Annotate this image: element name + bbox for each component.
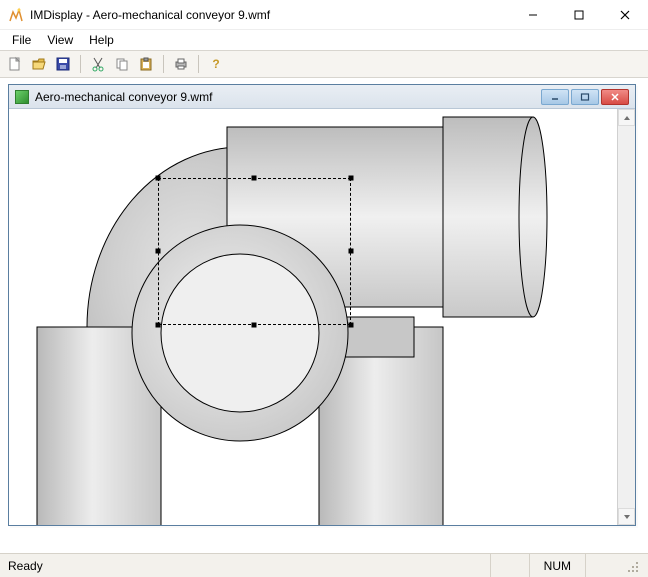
- mdi-client-area: Aero-mechanical conveyor 9.wmf: [0, 78, 648, 553]
- menu-bar: File View Help: [0, 30, 648, 50]
- selection-handle-ne[interactable]: [349, 176, 354, 181]
- open-file-button[interactable]: [28, 53, 50, 75]
- status-ready: Ready: [8, 559, 490, 573]
- scroll-up-button[interactable]: [618, 109, 635, 126]
- paste-button[interactable]: [135, 53, 157, 75]
- selection-handle-se[interactable]: [349, 323, 354, 328]
- document-title: Aero-mechanical conveyor 9.wmf: [35, 90, 541, 104]
- selection-handle-w[interactable]: [156, 249, 161, 254]
- selection-handle-sw[interactable]: [156, 323, 161, 328]
- help-button[interactable]: ?: [205, 53, 227, 75]
- status-num: NUM: [529, 554, 585, 577]
- selection-handle-n[interactable]: [252, 176, 257, 181]
- print-button[interactable]: [170, 53, 192, 75]
- scroll-track[interactable]: [618, 126, 635, 508]
- toolbar-separator: [80, 55, 81, 73]
- copy-button[interactable]: [111, 53, 133, 75]
- selection-marquee[interactable]: [158, 178, 351, 325]
- status-bar: Ready NUM: [0, 553, 648, 577]
- selection-handle-nw[interactable]: [156, 176, 161, 181]
- save-button[interactable]: [52, 53, 74, 75]
- document-close-button[interactable]: [601, 89, 629, 105]
- document-minimize-button[interactable]: [541, 89, 569, 105]
- minimize-button[interactable]: [510, 0, 556, 29]
- selection-handle-e[interactable]: [349, 249, 354, 254]
- document-titlebar[interactable]: Aero-mechanical conveyor 9.wmf: [9, 85, 635, 109]
- selection-handle-s[interactable]: [252, 323, 257, 328]
- vertical-scrollbar[interactable]: [618, 109, 635, 525]
- window-title: IMDisplay - Aero-mechanical conveyor 9.w…: [30, 8, 510, 22]
- menu-help[interactable]: Help: [81, 31, 122, 49]
- document-maximize-button[interactable]: [571, 89, 599, 105]
- document-client: [9, 109, 635, 525]
- status-empty-2: [585, 554, 624, 577]
- toolbar: ?: [0, 50, 648, 78]
- document-icon: [15, 90, 29, 104]
- app-icon: [8, 7, 24, 23]
- cut-button[interactable]: [87, 53, 109, 75]
- svg-text:?: ?: [212, 57, 219, 71]
- document-window[interactable]: Aero-mechanical conveyor 9.wmf: [8, 84, 636, 526]
- document-window-controls: [541, 89, 629, 105]
- scroll-down-button[interactable]: [618, 508, 635, 525]
- menu-view[interactable]: View: [39, 31, 81, 49]
- canvas[interactable]: [9, 109, 618, 525]
- resize-grip-icon[interactable]: [624, 558, 640, 574]
- maximize-button[interactable]: [556, 0, 602, 29]
- window-titlebar: IMDisplay - Aero-mechanical conveyor 9.w…: [0, 0, 648, 30]
- menu-file[interactable]: File: [4, 31, 39, 49]
- status-empty-1: [490, 554, 529, 577]
- toolbar-separator: [163, 55, 164, 73]
- new-file-button[interactable]: [4, 53, 26, 75]
- close-button[interactable]: [602, 0, 648, 29]
- window-controls: [510, 0, 648, 29]
- toolbar-separator: [198, 55, 199, 73]
